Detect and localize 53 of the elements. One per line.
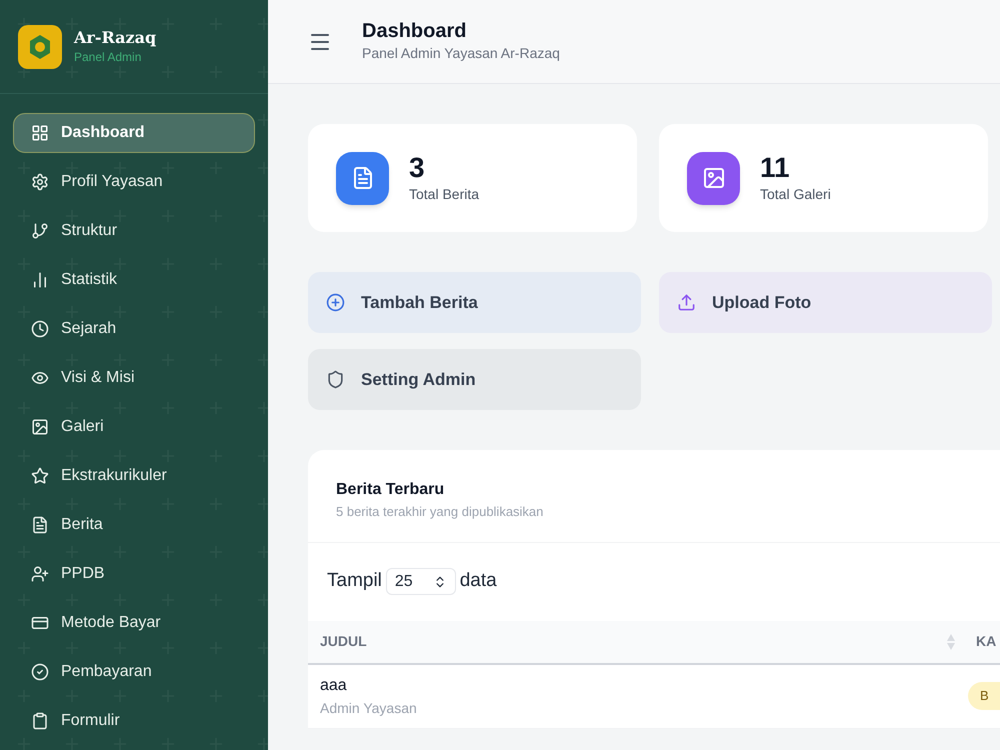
logo-icon: [18, 24, 62, 68]
column-header[interactable]: KA: [968, 631, 996, 652]
page-size-select[interactable]: 25: [386, 568, 456, 595]
data-label: data: [460, 569, 497, 594]
category-tag: B: [968, 682, 1000, 710]
page-title: Dashboard: [362, 19, 468, 43]
quick-action-button[interactable]: Upload Foto: [659, 272, 992, 333]
sidebar-item[interactable]: PPDB: [13, 554, 255, 594]
sidebar-item[interactable]: Dashboard: [13, 113, 255, 153]
gear-icon: [31, 173, 49, 191]
stat-value: 3: [409, 152, 426, 184]
quick-action-button[interactable]: Setting Admin: [308, 349, 641, 410]
sidebar-item[interactable]: Visi & Misi: [13, 358, 255, 398]
news-author: Admin Yayasan: [320, 698, 418, 718]
sidebar-item[interactable]: Formulir: [13, 701, 255, 741]
sidebar-item[interactable]: Berita: [13, 505, 255, 545]
grid-icon: [31, 124, 49, 142]
bar-chart-icon: [31, 271, 49, 289]
check-circle-icon: [31, 663, 49, 681]
sidebar-item[interactable]: Galeri: [13, 407, 255, 447]
stat-label: Total Galeri: [760, 184, 831, 204]
plus-circle-icon: [326, 293, 345, 312]
sidebar-item[interactable]: Statistik: [13, 260, 255, 300]
user-plus-icon: [31, 565, 49, 583]
star-icon: [31, 467, 49, 485]
document-icon: [31, 516, 49, 534]
news-title: aaa: [320, 676, 348, 696]
brand-subtitle: Panel Admin: [74, 48, 142, 66]
upload-icon: [677, 293, 696, 312]
branch-icon: [31, 222, 49, 240]
sidebar-item[interactable]: Metode Bayar: [13, 603, 255, 643]
sidebar-item[interactable]: Sejarah: [13, 309, 255, 349]
sidebar-item[interactable]: Pembayaran: [13, 652, 255, 692]
column-header[interactable]: JUDUL: [308, 631, 968, 652]
eye-icon: [31, 369, 49, 387]
sidebar-item[interactable]: Profil Yayasan: [13, 162, 255, 202]
sort-icon: [946, 632, 956, 650]
brand-title: Ar-Razaq: [74, 28, 156, 48]
panel-subtitle: 5 berita terakhir yang dipublikasikan: [336, 503, 544, 521]
stat-label: Total Berita: [409, 184, 480, 204]
quick-action-button[interactable]: Tambah Berita: [308, 272, 641, 333]
clock-icon: [31, 320, 49, 338]
image-icon: [31, 418, 49, 436]
shield-icon: [326, 370, 345, 389]
page-subtitle: Panel Admin Yayasan Ar-Razaq: [362, 44, 560, 63]
panel-title: Berita Terbaru: [336, 480, 446, 500]
card-icon: [31, 614, 49, 632]
clipboard-icon: [31, 712, 49, 730]
show-label: Tampil: [327, 569, 382, 594]
image-icon: [702, 166, 726, 190]
sidebar-item[interactable]: Ekstrakurikuler: [13, 456, 255, 496]
sidebar-item[interactable]: Struktur: [13, 211, 255, 251]
stat-value: 11: [760, 152, 791, 184]
